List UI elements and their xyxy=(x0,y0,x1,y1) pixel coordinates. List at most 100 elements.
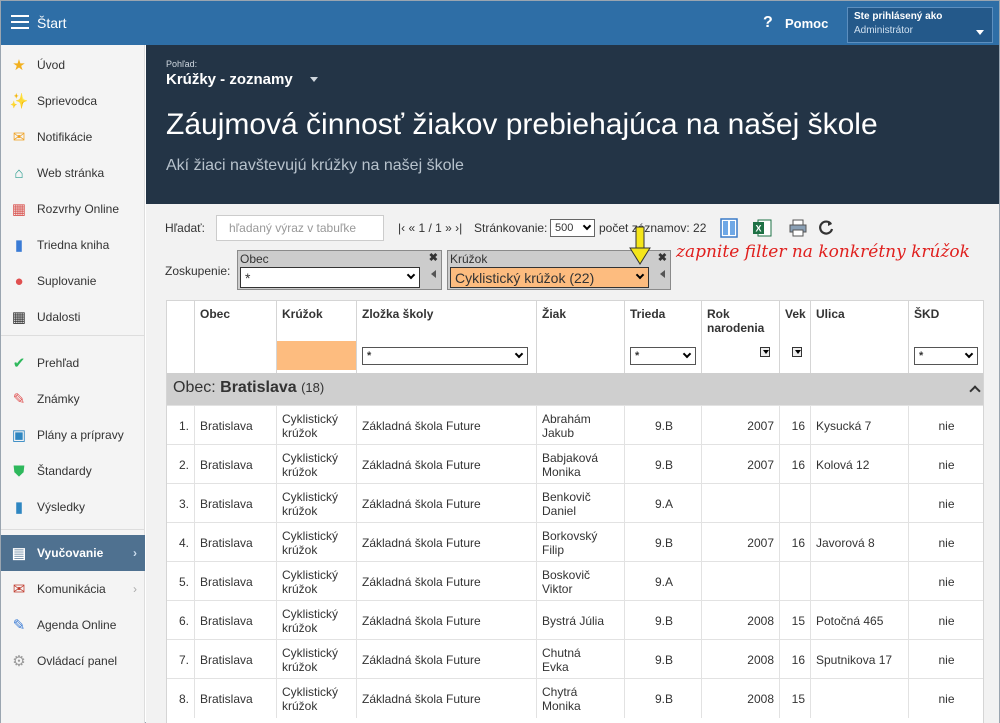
sidebar-item-17[interactable]: ⚙ Ovládací panel xyxy=(1,643,145,679)
annotation-text: zapnite filter na konkrétny krúžok xyxy=(676,242,970,262)
sidebar-item-15[interactable]: ✉ Komunikácia › xyxy=(1,571,145,607)
paging-label: Stránkovanie: xyxy=(474,221,548,235)
svg-text:X: X xyxy=(755,224,761,234)
table-cell: Cyklistický krúžok xyxy=(277,523,357,562)
table-cell: Chutná Evka xyxy=(537,640,625,679)
arrow-down-icon xyxy=(629,226,651,265)
view-selector[interactable]: Krúžky - zoznamy xyxy=(166,71,293,88)
table-cell: Benkovič Daniel xyxy=(537,484,625,523)
main-content: Hľadať: |‹ « 1 / 1 » ›| Stránkovanie: 50… xyxy=(146,204,999,723)
wand-icon: ✨ xyxy=(9,93,29,110)
bar-chart-icon: ▮ xyxy=(14,499,24,516)
user-menu[interactable]: Ste prihlásený ako Administrátor xyxy=(847,7,993,43)
table-row[interactable]: 8. Bratislava Cyklistický krúžok Základná š… xyxy=(167,678,983,718)
column-header[interactable]: Krúžok xyxy=(277,301,357,373)
refresh-icon[interactable] xyxy=(816,218,836,238)
column-filter-select[interactable]: * xyxy=(914,347,978,365)
group-header[interactable]: Obec: Bratislava (18) xyxy=(167,373,983,405)
table-cell: 9.A xyxy=(625,484,702,523)
chevron-down-icon[interactable] xyxy=(310,77,318,82)
close-icon[interactable]: ✖ xyxy=(658,251,667,264)
help-link[interactable]: Pomoc xyxy=(785,16,828,31)
search-input[interactable] xyxy=(216,215,384,241)
column-header[interactable]: Trieda * xyxy=(625,301,702,373)
sidebar-item-label: Komunikácia xyxy=(37,582,106,596)
sidebar-item-label: Rozvrhy Online xyxy=(37,202,120,216)
table-row[interactable]: 7. Bratislava Cyklistický krúžok Základná š… xyxy=(167,639,983,679)
sidebar-item-11[interactable]: ▣ Plány a prípravy xyxy=(1,417,145,453)
menu-icon[interactable] xyxy=(11,15,29,29)
sidebar-divider xyxy=(1,529,145,530)
table-cell: Základná škola Future xyxy=(357,562,537,601)
user-label: Ste prihlásený ako xyxy=(854,11,943,22)
book-icon: ▮ xyxy=(14,237,24,254)
table-cell: Cyklistický krúžok xyxy=(277,406,357,445)
column-header-label: Zložka školy xyxy=(362,307,434,321)
sidebar-item-5[interactable]: ▦ Rozvrhy Online xyxy=(1,191,145,227)
print-icon[interactable] xyxy=(788,218,808,238)
chevron-right-icon: › xyxy=(133,546,137,560)
chevron-right-icon: › xyxy=(133,582,137,596)
table-cell: Bratislava xyxy=(195,640,277,679)
table-row[interactable]: 2. Bratislava Cyklistický krúžok Základná š… xyxy=(167,444,983,484)
table-cell: 9.B xyxy=(625,601,702,640)
sidebar-item-label: Vyučovanie xyxy=(37,546,104,560)
start-link[interactable]: Štart xyxy=(37,15,67,31)
sidebar-item-1[interactable]: ★ Úvod xyxy=(1,47,145,83)
column-header[interactable]: Ulica xyxy=(811,301,909,373)
column-header[interactable] xyxy=(167,301,195,373)
help-icon[interactable]: ? xyxy=(763,14,773,32)
table-row[interactable]: 1. Bratislava Cyklistický krúžok Základná š… xyxy=(167,405,983,445)
table-cell: nie xyxy=(909,484,983,523)
sidebar-item-16[interactable]: ✎ Agenda Online xyxy=(1,607,145,643)
excel-icon[interactable]: X xyxy=(752,218,772,238)
column-header-label: Krúžok xyxy=(282,307,323,321)
sidebar-item-label: Výsledky xyxy=(37,500,86,514)
sidebar-item-label: Úvod xyxy=(37,58,66,72)
chevron-up-icon[interactable] xyxy=(969,385,981,397)
arrow-left-icon[interactable] xyxy=(431,270,436,278)
table-row[interactable]: 5. Bratislava Cyklistický krúžok Základná š… xyxy=(167,561,983,601)
filter-kruzok-select[interactable]: Cyklistický krúžok (22) xyxy=(450,267,649,288)
sidebar-item-6[interactable]: ▮ Triedna kniha xyxy=(1,227,145,263)
table-row[interactable]: 4. Bratislava Cyklistický krúžok Základná š… xyxy=(167,522,983,562)
sidebar-item-13[interactable]: ▮ Výsledky xyxy=(1,489,145,525)
sidebar-item-14[interactable]: ▤ Vyučovanie › xyxy=(1,535,145,571)
paging-select[interactable]: 500 xyxy=(550,219,595,237)
table-cell xyxy=(811,562,909,601)
sidebar-item-9[interactable]: ✔ Prehľad xyxy=(1,345,145,381)
column-filter-select[interactable]: * xyxy=(362,347,528,365)
column-header[interactable]: Rok narodenia xyxy=(702,301,780,373)
sidebar-item-8[interactable]: ▦ Udalosti xyxy=(1,299,145,335)
sidebar-item-2[interactable]: ✨ Sprievodca xyxy=(1,83,145,119)
table-cell: 1. xyxy=(167,406,195,445)
sidebar-item-label: Web stránka xyxy=(37,166,105,180)
table-cell: Základná škola Future xyxy=(357,601,537,640)
table-row[interactable]: 3. Bratislava Cyklistický krúžok Základná š… xyxy=(167,483,983,523)
table-row[interactable]: 6. Bratislava Cyklistický krúžok Základná š… xyxy=(167,600,983,640)
sidebar-item-3[interactable]: ✉ Notifikácie xyxy=(1,119,145,155)
sidebar-item-12[interactable]: ⛊ Štandardy xyxy=(1,453,145,489)
chevron-down-icon xyxy=(964,349,974,359)
filter-obec-select[interactable]: * xyxy=(240,267,420,288)
sidebar-item-4[interactable]: ⌂ Web stránka xyxy=(1,155,145,191)
column-header[interactable]: Vek xyxy=(780,301,811,373)
close-icon[interactable]: ✖ xyxy=(429,251,438,264)
sidebar-item-7[interactable]: ● Suplovanie xyxy=(1,263,145,299)
column-header[interactable]: Zložka školy * xyxy=(357,301,537,373)
sidebar-item-10[interactable]: ✎ Známky xyxy=(1,381,145,417)
table-cell: 2008 xyxy=(702,679,780,718)
column-header[interactable]: Žiak xyxy=(537,301,625,373)
column-header-label: Vek xyxy=(785,307,806,321)
sort-dropdown-icon[interactable] xyxy=(760,347,770,357)
chevron-down-icon xyxy=(682,349,692,359)
pager[interactable]: |‹ « 1 / 1 » ›| xyxy=(398,221,462,235)
column-header[interactable]: Obec xyxy=(195,301,277,373)
sort-dropdown-icon[interactable] xyxy=(792,347,802,357)
top-bar: Štart ? Pomoc Ste prihlásený ako Adminis… xyxy=(1,1,999,45)
columns-icon[interactable] xyxy=(719,218,739,238)
arrow-left-icon[interactable] xyxy=(660,270,665,278)
table-cell xyxy=(811,679,909,718)
column-filter-select[interactable]: * xyxy=(630,347,696,365)
column-header[interactable]: ŠKD * xyxy=(909,301,983,373)
